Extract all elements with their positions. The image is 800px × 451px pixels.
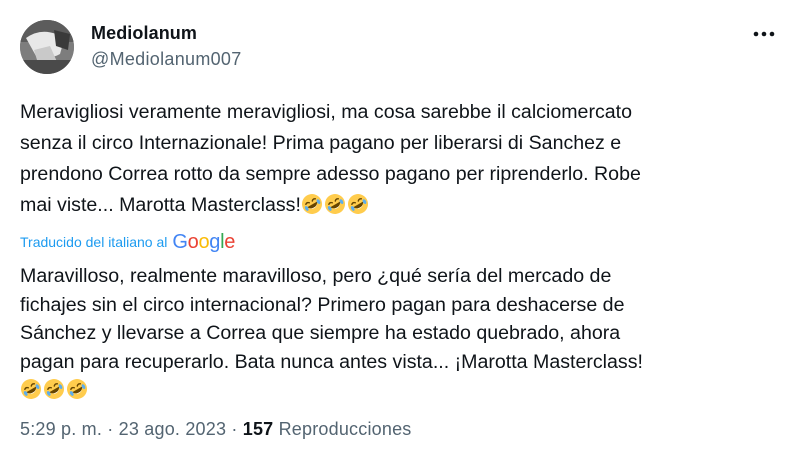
rolling-on-the-floor-laughing-emoji [20,378,42,400]
translation-attribution[interactable]: Traducido del italiano al Google [20,231,235,253]
original-text-line: Meravigliosi veramente meravigliosi, ma … [20,101,632,123]
author-handle[interactable]: @Mediolanum007 [91,49,242,70]
more-horizontal-icon [753,31,775,37]
author-display-name[interactable]: Mediolanum [91,23,197,44]
tweet-translated-text: Maravilloso, realmente maravilloso, pero… [20,262,760,405]
tweet: Mediolanum @Mediolanum007 Meravigliosi v… [0,0,800,451]
more-options-button[interactable] [750,22,778,46]
google-logo: Google [172,231,235,253]
google-logo-letter: G [172,231,188,253]
tweet-original-text: Meravigliosi veramente meravigliosi, ma … [20,97,740,221]
google-logo-letter: g [209,231,221,253]
tweet-metadata: 5:29 p. m. · 23 ago. 2023 · 157 Reproduc… [20,419,412,440]
meta-separator: · [102,419,119,439]
translated-text-line: fichajes sin el circo internacional? Pri… [20,293,625,316]
meta-separator: · [226,419,243,439]
original-text-line: prendono Correa rotto da sempre adesso p… [20,163,641,185]
google-logo-letter: o [187,231,199,253]
views-count: 157 [242,419,274,439]
avatar[interactable] [20,20,74,74]
views-label: Reproducciones [278,419,412,439]
translated-text-line: Maravilloso, realmente maravilloso, pero… [20,265,612,287]
google-logo-letter: o [198,231,210,253]
tweet-time[interactable]: 5:29 p. m. [20,419,102,439]
translated-text-line: Sánchez y llevarse a Correa que siempre … [20,322,621,344]
google-logo-letter: e [224,231,236,253]
rolling-on-the-floor-laughing-emoji [347,193,369,215]
tweet-date[interactable]: 23 ago. 2023 [119,419,227,439]
rolling-on-the-floor-laughing-emoji [66,378,88,400]
original-text-line: senza il circo Internazionale! Prima pag… [20,132,622,154]
rolling-on-the-floor-laughing-emoji [324,193,346,215]
translated-text-line: pagan para recuperarlo. Bata nunca antes… [20,350,643,373]
translation-label: Traducido del italiano al [20,234,168,250]
rolling-on-the-floor-laughing-emoji [301,193,323,215]
avatar-image [20,20,74,74]
rolling-on-the-floor-laughing-emoji [43,378,65,400]
original-text-line: mai viste... Marotta Masterclass! [20,194,301,216]
